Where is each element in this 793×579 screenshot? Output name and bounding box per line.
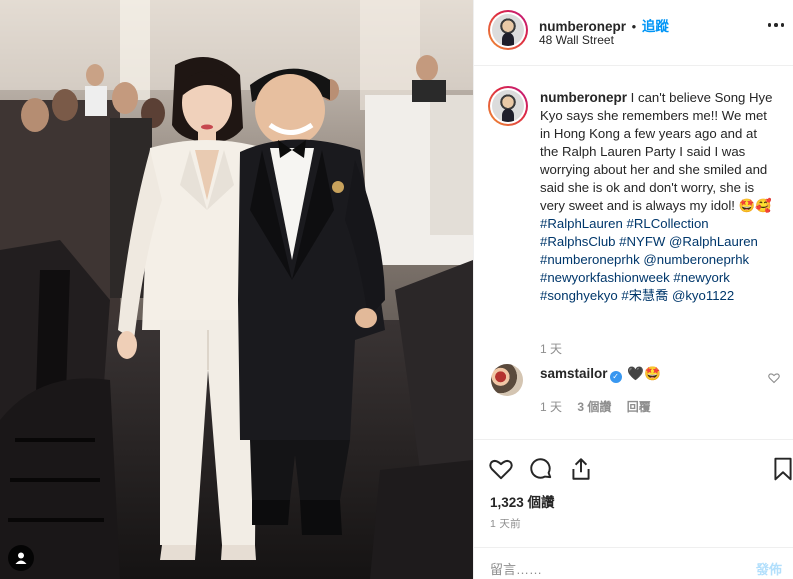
more-options-icon[interactable] — [767, 23, 784, 27]
separator-dot: • — [631, 19, 637, 34]
post-time[interactable]: 1 天前 — [490, 516, 521, 531]
post-comment-button[interactable]: 發佈 — [756, 559, 782, 578]
caption-username[interactable]: numberonepr — [540, 90, 627, 105]
post-location[interactable]: 48 Wall Street — [539, 33, 614, 47]
reply-text: 🖤🤩 — [623, 366, 661, 381]
caption-hashtags[interactable]: #RalphLauren #RLCollection #RalphsClub #… — [540, 216, 758, 303]
author-avatar[interactable] — [488, 10, 528, 50]
follow-button[interactable]: 追蹤 — [642, 19, 669, 34]
reply-button[interactable]: 回覆 — [627, 400, 651, 414]
caption-avatar[interactable] — [488, 86, 528, 126]
verified-badge-icon: ✓ — [609, 371, 622, 383]
photo-illustration — [0, 0, 473, 579]
author-username[interactable]: numberonepr — [539, 19, 626, 34]
post-photo[interactable] — [0, 0, 473, 579]
action-bar: 1,323 個讚 1 天前 留言…… 發佈 — [474, 439, 793, 579]
reply-likes[interactable]: 3 個讚 — [577, 400, 611, 414]
caption-text: numberonepr I can't believe Song Hye Kyo… — [540, 89, 776, 305]
reply-username[interactable]: samstailor — [540, 366, 608, 381]
comment-like-heart-icon[interactable] — [768, 372, 780, 387]
comment-icon[interactable] — [528, 456, 554, 482]
post-side-panel: numberonepr • 追蹤 48 Wall Street numberon… — [473, 0, 793, 579]
heart-icon[interactable] — [488, 456, 514, 482]
comments-area[interactable]: numberonepr I can't believe Song Hye Kyo… — [474, 66, 793, 438]
bookmark-icon[interactable] — [770, 456, 793, 482]
post-header: numberonepr • 追蹤 48 Wall Street — [474, 0, 793, 66]
share-icon[interactable] — [568, 456, 594, 482]
caption-time: 1 天 — [540, 342, 563, 356]
likes-count[interactable]: 1,323 個讚 — [490, 491, 555, 511]
add-comment-bar: 留言…… 發佈 — [474, 547, 793, 579]
tagged-people-icon[interactable] — [8, 545, 34, 571]
caption-body: I can't believe Song Hye Kyo says she re… — [540, 90, 773, 213]
reply-time: 1 天 — [540, 400, 563, 414]
reply-avatar[interactable] — [491, 364, 523, 396]
comment-input[interactable]: 留言…… — [490, 559, 542, 578]
